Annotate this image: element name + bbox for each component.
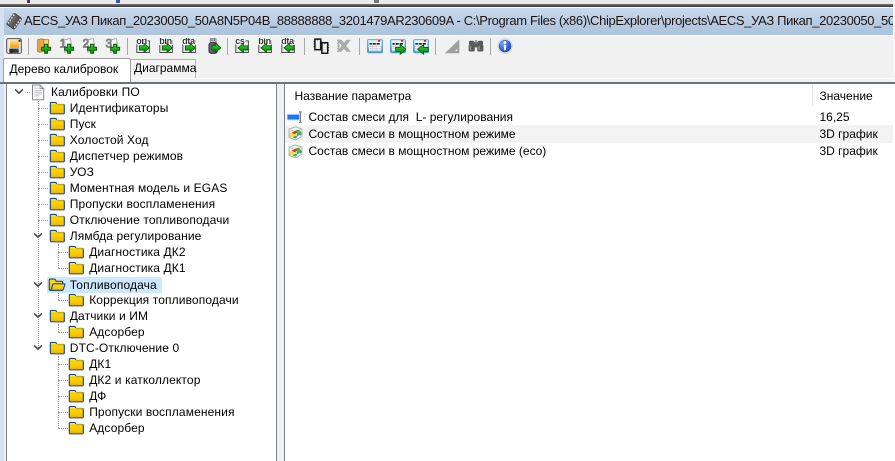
svg-text:dta: dta: [182, 38, 196, 46]
svg-text:bin: bin: [159, 38, 172, 46]
